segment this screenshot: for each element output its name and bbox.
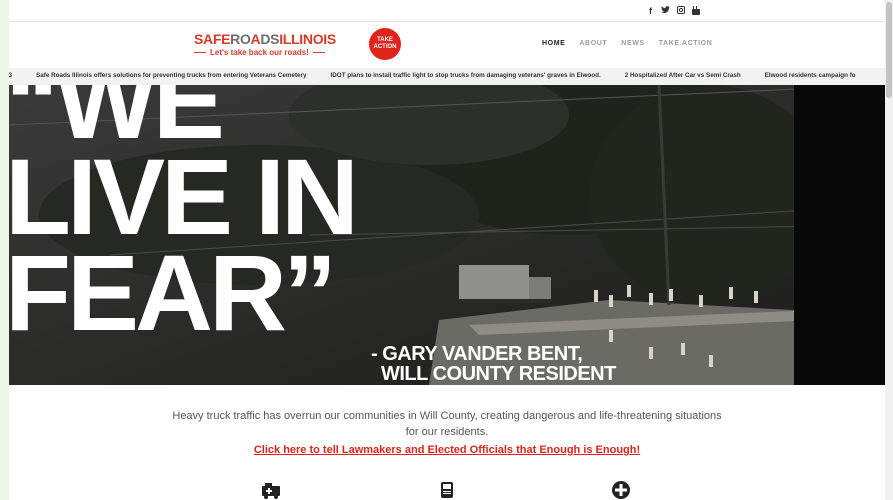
site-logo[interactable]: SAFEROADSILLINOIS Let's take back our ro… <box>194 31 336 57</box>
intro-text: Heavy truck traffic has overrun our comm… <box>172 410 722 438</box>
hero-banner: “WE LIVE IN FEAR” - GARY VANDER BENT, WI… <box>9 85 885 385</box>
ambulance-icon <box>262 483 280 499</box>
social-icons: f <box>646 6 700 17</box>
youtube-icon[interactable] <box>691 6 700 17</box>
ticker-item[interactable]: 53 <box>9 72 12 79</box>
ticker-item[interactable]: IDOT plans to install traffic light to s… <box>331 72 601 79</box>
nav-news[interactable]: NEWS <box>621 40 644 47</box>
take-action-line1: TAKE <box>377 37 393 43</box>
take-action-line2: ACTION <box>373 44 397 50</box>
page: f SAFEROADSILLINOIS Let's take back our … <box>9 0 885 500</box>
nav-home[interactable]: HOME <box>542 40 565 47</box>
ticker-item[interactable]: Safe Roads Illinois offers solutions for… <box>36 72 306 79</box>
nav-take-action[interactable]: TAKE ACTION <box>659 40 713 47</box>
hero-attribution: - GARY VANDER BENT, WILL COUNTY RESIDENT <box>371 343 616 385</box>
site-header: SAFEROADSILLINOIS Let's take back our ro… <box>9 22 885 68</box>
plus-circle-icon <box>612 481 630 499</box>
twitter-icon[interactable] <box>661 6 670 17</box>
facebook-icon[interactable]: f <box>646 6 655 17</box>
ticker-item[interactable]: 2 Hospitalized After Car vs Semi Crash <box>625 72 741 79</box>
main-nav: HOME ABOUT NEWS TAKE ACTION <box>542 40 712 47</box>
instagram-icon[interactable] <box>676 6 685 17</box>
social-bar: f <box>9 0 885 22</box>
news-ticker: 53 Safe Roads Illinois offers solutions … <box>9 68 885 85</box>
feature-icons <box>9 480 885 500</box>
logo-wordmark: SAFEROADSILLINOIS <box>194 31 336 47</box>
page-scrollbar[interactable] <box>885 0 893 500</box>
ticker-item[interactable]: Elwood residents campaign fo <box>765 72 856 79</box>
scrollbar-thumb[interactable] <box>886 2 892 98</box>
intro-section: Heavy truck traffic has overrun our comm… <box>9 408 885 458</box>
nav-about[interactable]: ABOUT <box>579 40 607 47</box>
truck-front-icon <box>441 482 453 498</box>
take-action-badge[interactable]: TAKE ACTION <box>369 28 401 60</box>
lawmakers-cta-link[interactable]: Click here to tell Lawmakers and Elected… <box>9 442 885 458</box>
logo-tagline: Let's take back our roads! <box>194 48 334 57</box>
hero-quote: “WE LIVE IN FEAR” <box>9 85 359 353</box>
